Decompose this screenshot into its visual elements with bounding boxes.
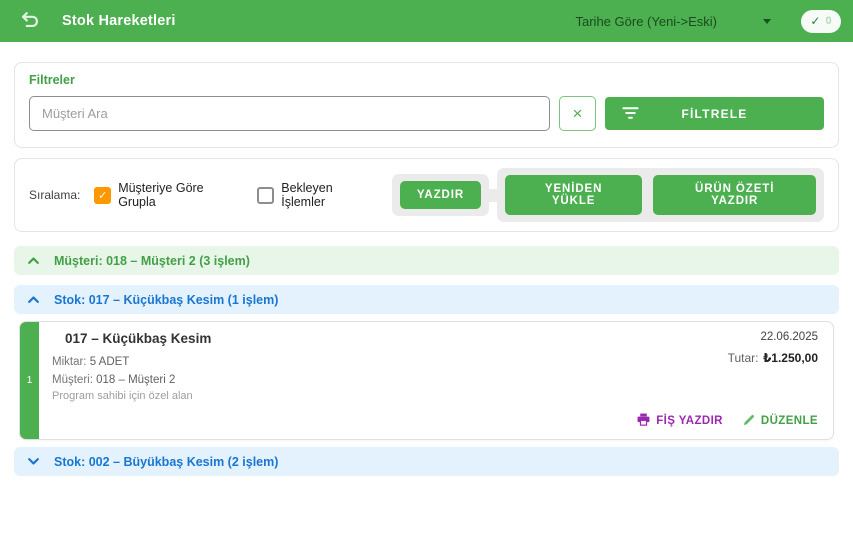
filters-title: Filtreler bbox=[29, 73, 824, 87]
close-icon: × bbox=[573, 104, 583, 124]
quantity-value: 5 ADET bbox=[90, 356, 130, 368]
transaction-index-stripe: 1 bbox=[20, 322, 39, 439]
badge-count: 0 bbox=[825, 15, 831, 27]
checkbox-unchecked-icon[interactable] bbox=[257, 187, 274, 204]
reload-button[interactable]: YENİDEN YÜKLE bbox=[505, 175, 642, 215]
check-icon: ✓ bbox=[810, 14, 820, 28]
selected-count-badge[interactable]: ✓ 0 bbox=[801, 10, 841, 33]
accordion-label: Müşteri: 018 – Müşteri 2 (3 işlem) bbox=[54, 254, 250, 268]
filter-lines-icon bbox=[622, 106, 639, 123]
filter-button-label: FİLTRELE bbox=[681, 107, 747, 121]
customer-search-input[interactable] bbox=[29, 96, 550, 131]
chevron-down-icon[interactable] bbox=[763, 19, 771, 24]
transaction-date: 22.06.2025 bbox=[728, 331, 818, 343]
transaction-details: 017 – Küçükbaş Kesim Miktar: 5 ADET Müşt… bbox=[52, 331, 211, 402]
amount-value: ₺1.250,00 bbox=[763, 351, 818, 365]
sort-order-dropdown[interactable]: Tarihe Göre (Yeni->Eski) bbox=[576, 14, 718, 29]
print-button-group: YAZDIR bbox=[392, 174, 489, 216]
product-summary-print-button[interactable]: ÜRÜN ÖZETİ YAZDIR bbox=[653, 175, 816, 215]
undo-back-icon bbox=[19, 9, 41, 34]
app-header: Stok Hareketleri Tarihe Göre (Yeni->Eski… bbox=[0, 0, 853, 42]
quantity-label: Miktar: bbox=[52, 356, 87, 368]
filter-button[interactable]: FİLTRELE bbox=[605, 97, 824, 130]
print-receipt-label: FİŞ YAZDIR bbox=[656, 415, 723, 427]
customer-value: 018 – Müşteri 2 bbox=[96, 374, 175, 386]
accordion-label: Stok: 002 – Büyükbaş Kesim (2 işlem) bbox=[54, 455, 278, 469]
print-receipt-button[interactable]: FİŞ YAZDIR bbox=[637, 413, 723, 429]
pencil-icon bbox=[743, 414, 755, 429]
checkbox-label: Müşteriye Göre Grupla bbox=[118, 181, 243, 209]
print-button[interactable]: YAZDIR bbox=[400, 181, 481, 209]
chevron-down-icon bbox=[27, 455, 40, 469]
edit-button[interactable]: DÜZENLE bbox=[743, 414, 818, 429]
accordion-stock-002[interactable]: Stok: 002 – Büyükbaş Kesim (2 işlem) bbox=[14, 447, 839, 476]
checkbox-group-by-customer[interactable]: ✓ Müşteriye Göre Grupla bbox=[94, 181, 243, 209]
accordion-label: Stok: 017 – Küçükbaş Kesim (1 işlem) bbox=[54, 293, 278, 307]
edit-label: DÜZENLE bbox=[761, 415, 818, 427]
checkbox-pending-transactions[interactable]: Bekleyen İşlemler bbox=[257, 181, 379, 209]
reload-button-group: YENİDEN YÜKLE ÜRÜN ÖZETİ YAZDIR bbox=[497, 168, 824, 222]
sorting-panel: Sıralama: ✓ Müşteriye Göre Grupla Bekley… bbox=[14, 158, 839, 232]
printer-icon bbox=[637, 413, 650, 429]
sorting-label: Sıralama: bbox=[29, 188, 80, 202]
accordion-customer-018[interactable]: Müşteri: 018 – Müşteri 2 (3 işlem) bbox=[14, 246, 839, 275]
checkbox-checked-icon[interactable]: ✓ bbox=[94, 187, 111, 204]
chevron-up-icon bbox=[27, 293, 40, 307]
page-title: Stok Hareketleri bbox=[62, 13, 176, 29]
transaction-title: 017 – Küçükbaş Kesim bbox=[52, 331, 211, 346]
customer-label: Müşteri: bbox=[52, 374, 93, 386]
checkbox-label: Bekleyen İşlemler bbox=[281, 181, 379, 209]
accordion-stock-017[interactable]: Stok: 017 – Küçükbaş Kesim (1 işlem) bbox=[14, 285, 839, 314]
back-button[interactable] bbox=[16, 7, 44, 35]
clear-search-button[interactable]: × bbox=[559, 96, 596, 131]
chevron-up-icon bbox=[27, 254, 40, 268]
transaction-note: Program sahibi için özel alan bbox=[52, 390, 211, 402]
filters-panel: Filtreler × FİLTRELE bbox=[14, 62, 839, 148]
transaction-card: 1 017 – Küçükbaş Kesim Miktar: 5 ADET Mü… bbox=[19, 321, 834, 440]
amount-label: Tutar: bbox=[728, 351, 759, 365]
